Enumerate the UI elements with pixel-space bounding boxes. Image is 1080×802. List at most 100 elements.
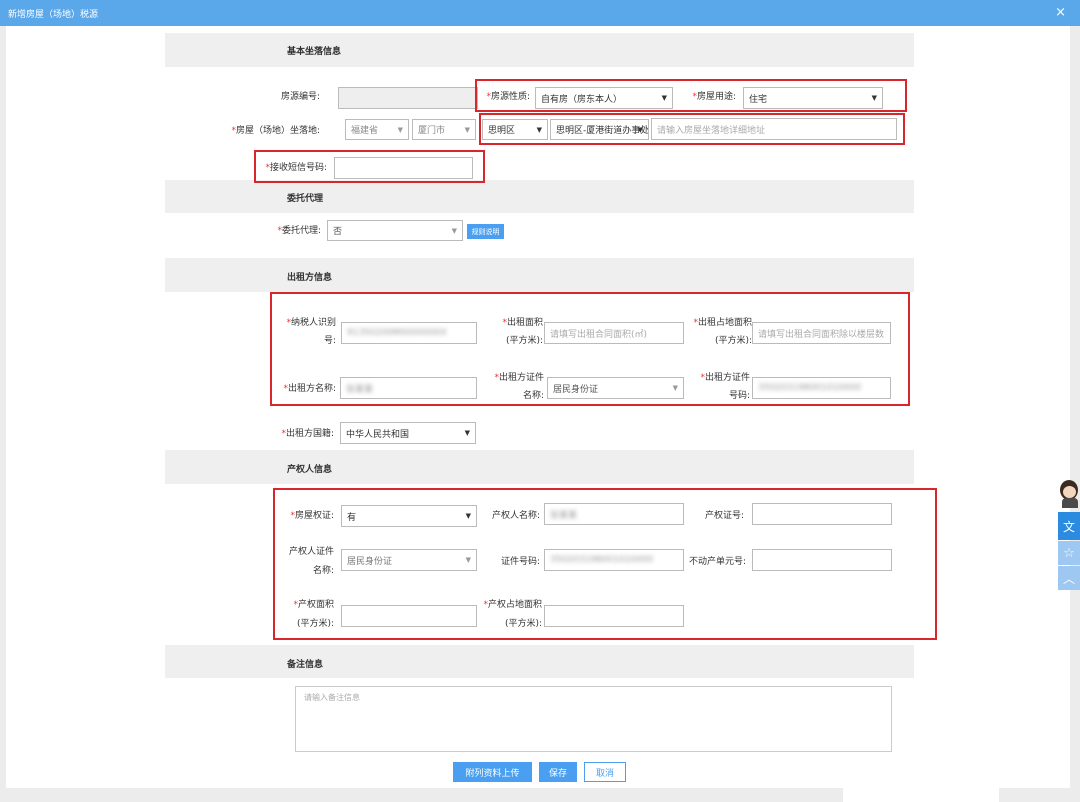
usage-label: *房屋用途: bbox=[692, 92, 736, 102]
section-basic: 基本坐落信息 bbox=[165, 33, 914, 67]
lessor-idtype-value: 居民身份证 bbox=[553, 384, 599, 395]
owner-idno-value: 350203198001010000 bbox=[550, 555, 654, 565]
section-owner: 产权人信息 bbox=[165, 450, 914, 484]
doc-icon[interactable]: 文 bbox=[1058, 512, 1080, 540]
close-icon[interactable]: × bbox=[1055, 5, 1066, 20]
lessor-idno-input[interactable]: 350203198001010000 bbox=[752, 377, 891, 399]
owner-area-label: *产权面积 (平方米): bbox=[293, 600, 334, 629]
usage-value: 住宅 bbox=[749, 94, 768, 105]
district-value: 思明区 bbox=[488, 126, 516, 136]
owner-idno-input[interactable]: 350203198001010000 bbox=[544, 549, 684, 571]
lease-land-label: *出租占地面积 (平方米): bbox=[693, 318, 752, 346]
lease-area-label-line1: 出租面积 bbox=[506, 318, 543, 328]
section-title: 备注信息 bbox=[287, 660, 324, 670]
nature-label-text: 房源性质: bbox=[490, 92, 530, 102]
nationality-select[interactable]: 中华人民共和国 ▼ bbox=[340, 422, 476, 444]
district-select[interactable]: 思明区 ▼ bbox=[482, 119, 548, 140]
dialog-titlebar: 新增房屋（场地）税源 × bbox=[0, 0, 1080, 26]
street-value: 思明区-厦港街道办事处 bbox=[556, 126, 649, 136]
lease-area-label-line2: (平方米): bbox=[505, 336, 543, 346]
lessor-idtype-label-line1: 出租方证件 bbox=[498, 373, 544, 383]
scroll-top-icon[interactable]: ︿ bbox=[1058, 566, 1080, 590]
owner-land-input[interactable] bbox=[544, 605, 684, 627]
sms-input[interactable] bbox=[334, 157, 473, 179]
province-value: 福建省 bbox=[351, 126, 379, 136]
assistant-avatar[interactable] bbox=[1056, 478, 1080, 508]
nature-select[interactable]: 自有房（房东本人） ▼ bbox=[535, 87, 673, 109]
owner-area-input[interactable] bbox=[341, 605, 477, 627]
usage-label-text: 房屋用途: bbox=[696, 92, 736, 102]
province-select[interactable]: 福建省 ▼ bbox=[345, 119, 409, 140]
cert-no-input[interactable] bbox=[752, 503, 892, 525]
nature-label: *房源性质: bbox=[486, 92, 530, 102]
owner-name-input[interactable]: 张某某 bbox=[544, 503, 684, 525]
owner-name-value: 张某某 bbox=[550, 510, 578, 521]
section-agent: 委托代理 bbox=[165, 180, 914, 213]
chevron-down-icon: ▼ bbox=[661, 94, 667, 102]
nature-value: 自有房（房东本人） bbox=[541, 94, 623, 105]
city-select[interactable]: 厦门市 ▼ bbox=[412, 119, 476, 140]
lessor-idtype-label-line2: 名称: bbox=[522, 391, 544, 401]
street-select[interactable]: 思明区-厦港街道办事处 ▼ bbox=[550, 119, 649, 140]
save-button[interactable]: 保存 bbox=[539, 762, 577, 782]
section-remark: 备注信息 bbox=[165, 645, 914, 678]
agent-label-text: 委托代理: bbox=[281, 226, 321, 236]
lessor-idno-label-line1: 出租方证件 bbox=[704, 373, 750, 383]
agent-select[interactable]: 否 ▼ bbox=[327, 220, 463, 241]
location-label: *房屋（场地）坐落地: bbox=[231, 126, 320, 136]
nationality-label: *出租方国籍: bbox=[281, 429, 334, 439]
lease-land-placeholder: 请填写出租合同面积除以楼层数 bbox=[758, 329, 885, 340]
remark-textarea[interactable]: 请输入备注信息 bbox=[295, 686, 892, 752]
owner-idtype-label-line2: 名称: bbox=[312, 566, 334, 576]
house-no-label: 房源编号: bbox=[280, 92, 320, 102]
house-cert-label: *房屋权证: bbox=[290, 511, 334, 521]
upload-attachments-button[interactable]: 附列资料上传 bbox=[453, 762, 532, 782]
owner-area-label-line1: 产权面积 bbox=[297, 600, 334, 610]
star-icon[interactable]: ☆ bbox=[1058, 541, 1080, 565]
lease-land-input[interactable]: 请填写出租合同面积除以楼层数 bbox=[752, 322, 891, 344]
address-input[interactable]: 请输入房屋坐落地详细地址 bbox=[651, 118, 897, 140]
section-title: 出租方信息 bbox=[287, 273, 333, 283]
section-title: 委托代理 bbox=[287, 194, 324, 204]
unit-no-input[interactable] bbox=[752, 549, 892, 571]
location-label-text: 房屋（场地）坐落地: bbox=[235, 126, 320, 136]
owner-idtype-label: 产权人证件名称: bbox=[274, 546, 334, 584]
owner-land-label-line2: (平方米): bbox=[504, 619, 542, 629]
lessor-idtype-select[interactable]: 居民身份证 ▼ bbox=[547, 377, 684, 399]
owner-land-label-line1: 产权占地面积 bbox=[487, 600, 542, 610]
chevron-down-icon: ▼ bbox=[871, 94, 877, 102]
lessor-name-input[interactable]: 张某某 bbox=[340, 377, 477, 399]
owner-idtype-select[interactable]: 居民身份证 ▼ bbox=[341, 549, 477, 571]
nationality-label-text: 出租方国籍: bbox=[285, 429, 334, 439]
lease-area-input[interactable]: 请填写出租合同面积(㎡) bbox=[544, 322, 684, 344]
usage-select[interactable]: 住宅 ▼ bbox=[743, 87, 883, 109]
chevron-down-icon: ▼ bbox=[465, 556, 471, 564]
bottom-panel bbox=[843, 788, 999, 802]
house-cert-label-text: 房屋权证: bbox=[294, 511, 334, 521]
lessor-name-label-text: 出租方名称: bbox=[287, 384, 336, 394]
lessor-idno-label-line2: 号码: bbox=[728, 391, 750, 401]
cert-no-label: 产权证号: bbox=[704, 511, 744, 521]
owner-area-label-line2: (平方米): bbox=[296, 619, 334, 629]
owner-name-label: 产权人名称: bbox=[491, 511, 540, 521]
dialog-title: 新增房屋（场地）税源 bbox=[8, 10, 99, 20]
unit-no-label: 不动产单元号: bbox=[688, 557, 746, 567]
sms-label-text: 接收短信号码: bbox=[269, 163, 327, 173]
lessor-idno-value: 350203198001010000 bbox=[758, 383, 862, 393]
agent-label: *委托代理: bbox=[277, 226, 321, 236]
lessor-name-label: *出租方名称: bbox=[283, 384, 336, 394]
owner-idtype-label-line1: 产权人证件 bbox=[288, 547, 334, 557]
lease-area-label: *出租面积 (平方米): bbox=[502, 318, 543, 346]
chevron-down-icon: ▼ bbox=[637, 125, 643, 134]
owner-idtype-value: 居民身份证 bbox=[347, 556, 393, 567]
chevron-down-icon: ▼ bbox=[451, 226, 457, 235]
nationality-value: 中华人民共和国 bbox=[346, 429, 410, 440]
chevron-down-icon: ▼ bbox=[464, 125, 470, 134]
rules-button[interactable]: 规则说明 bbox=[467, 224, 504, 239]
section-title: 产权人信息 bbox=[287, 465, 333, 475]
taxpayer-id-input[interactable]: 91350200M0000000X bbox=[341, 322, 477, 344]
owner-idno-label: 证件号码: bbox=[500, 557, 540, 567]
remark-placeholder: 请输入备注信息 bbox=[304, 693, 360, 702]
house-cert-select[interactable]: 有 ▼ bbox=[341, 505, 477, 527]
cancel-button[interactable]: 取消 bbox=[584, 762, 626, 782]
